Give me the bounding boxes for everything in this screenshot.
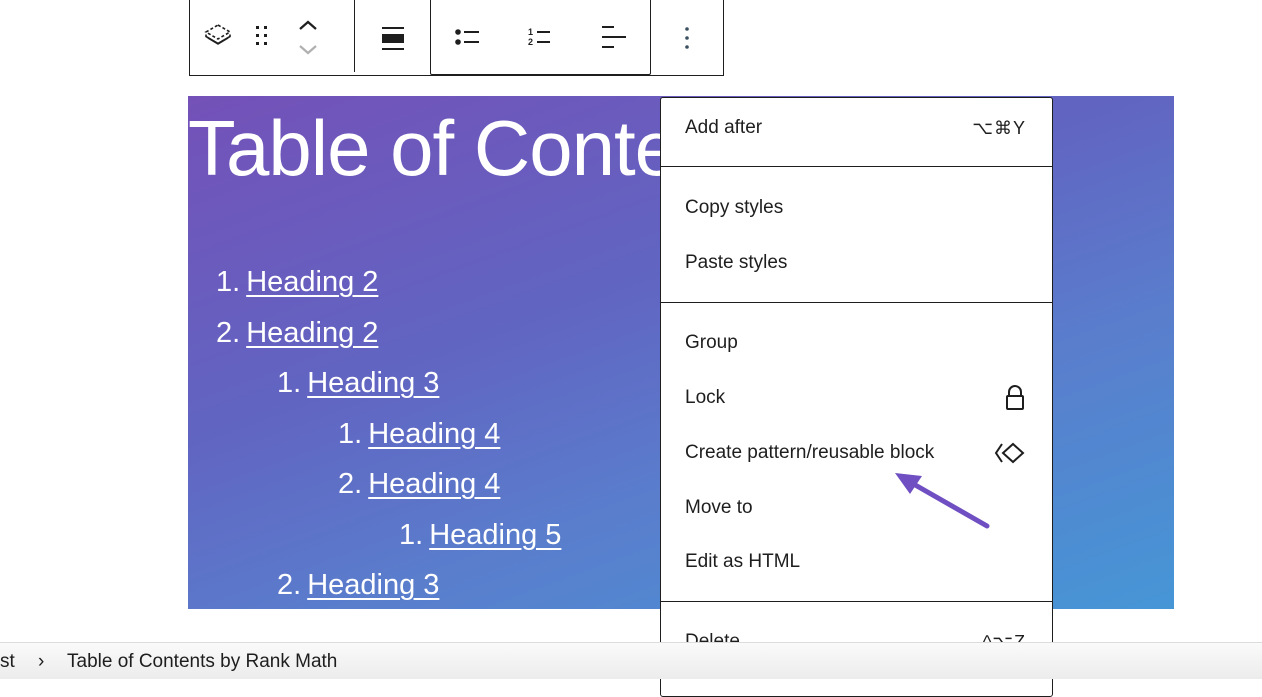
menu-item-label: Group [685, 332, 738, 353]
layers-icon [204, 24, 232, 45]
menu-section-insert: Add after ⌥⌘Y [661, 98, 1052, 167]
menu-item-label: Add after [685, 117, 763, 138]
toc-item-link[interactable]: Heading 4 [368, 418, 500, 450]
list-indent-icon [601, 26, 626, 48]
toc-item: 2. Heading 4 [338, 466, 500, 502]
chevron-down-icon [299, 45, 317, 55]
menu-item-label: Create pattern/reusable block [685, 442, 935, 463]
toc-item-number: 1. [338, 417, 363, 450]
svg-text:2: 2 [528, 37, 533, 47]
align-wide-icon [381, 26, 404, 50]
toolbar-group-options [651, 0, 723, 75]
toolbar-group-align [355, 0, 430, 75]
breadcrumb-item-current[interactable]: Table of Contents by Rank Math [67, 651, 337, 673]
toolbar-group-list: 1 2 [430, 0, 651, 75]
menu-item-copy-styles[interactable]: Copy styles [685, 190, 1026, 226]
toc-item-number: 2. [277, 569, 302, 601]
menu-item-create-pattern[interactable]: Create pattern/reusable block [685, 435, 1026, 471]
list-numbered-icon: 1 2 [528, 27, 550, 47]
breadcrumb-item-post[interactable]: st [0, 651, 15, 673]
menu-item-label: Copy styles [685, 197, 784, 218]
menu-item-label: Edit as HTML [685, 551, 801, 572]
toc-item-link[interactable]: Heading 4 [368, 468, 500, 500]
svg-text:1: 1 [528, 27, 533, 37]
chevron-up-icon [299, 20, 317, 30]
shortcut-label: ⌥⌘Y [972, 117, 1026, 138]
toc-item: 1. Heading 3 [277, 365, 439, 401]
block-options-menu: Add after ⌥⌘Y Copy styles Paste styles G… [660, 97, 1053, 697]
menu-section-tools: Group Lock Create pattern/reusable block… [661, 302, 1052, 602]
menu-item-paste-styles[interactable]: Paste styles [685, 245, 1026, 281]
menu-item-add-after[interactable]: Add after ⌥⌘Y [685, 110, 1026, 146]
toc-item-link[interactable]: Heading 2 [246, 317, 378, 349]
toc-item-link[interactable]: Heading 2 [246, 266, 378, 298]
reusable-block-icon [994, 442, 1025, 464]
move-down-button[interactable] [297, 38, 319, 60]
unordered-list-button[interactable] [454, 26, 482, 48]
menu-item-move-to[interactable]: Move to [685, 490, 1026, 526]
drag-handle-button[interactable] [246, 0, 278, 72]
toc-item: 2. Heading 3 [277, 567, 439, 603]
list-bullets-icon [454, 29, 479, 45]
toc-item-number: 1. [216, 266, 241, 298]
menu-item-label: Paste styles [685, 252, 788, 273]
toc-item: 1. Heading 5 [399, 517, 561, 553]
menu-item-group[interactable]: Group [685, 325, 1026, 361]
kebab-menu-icon [685, 26, 689, 49]
menu-item-lock[interactable]: Lock [685, 380, 1026, 416]
toc-item-number: 2. [216, 316, 241, 349]
toc-item-link[interactable]: Heading 3 [307, 367, 439, 399]
drag-handle-icon [256, 26, 267, 45]
lock-icon [1006, 385, 1024, 410]
toc-item: 1. Heading 4 [338, 416, 500, 452]
ordered-list-button[interactable]: 1 2 [527, 26, 555, 48]
block-type-button[interactable] [190, 0, 246, 72]
toc-item-number: 1. [277, 367, 302, 399]
breadcrumb-separator: › [38, 651, 45, 672]
menu-section-styles: Copy styles Paste styles [661, 166, 1052, 303]
toc-item-link[interactable]: Heading 5 [429, 519, 561, 551]
menu-item-label: Move to [685, 497, 753, 518]
block-breadcrumb: st › Table of Contents by Rank Math [0, 642, 1262, 679]
outdent-button[interactable] [600, 23, 628, 51]
move-up-button[interactable] [297, 12, 319, 38]
toolbar-group-block [190, 0, 355, 72]
menu-item-edit-html[interactable]: Edit as HTML [685, 544, 1026, 580]
menu-item-label: Lock [685, 387, 726, 408]
toc-item-number: 1. [399, 518, 424, 551]
toc-item: 1. Heading 2 [216, 264, 378, 300]
toc-item-link[interactable]: Heading 3 [307, 569, 439, 601]
block-toolbar: 1 2 [189, 0, 724, 76]
align-button[interactable] [380, 24, 406, 52]
toc-item: 2. Heading 2 [216, 315, 378, 351]
options-button[interactable] [683, 26, 691, 50]
toc-item-number: 2. [338, 468, 363, 500]
